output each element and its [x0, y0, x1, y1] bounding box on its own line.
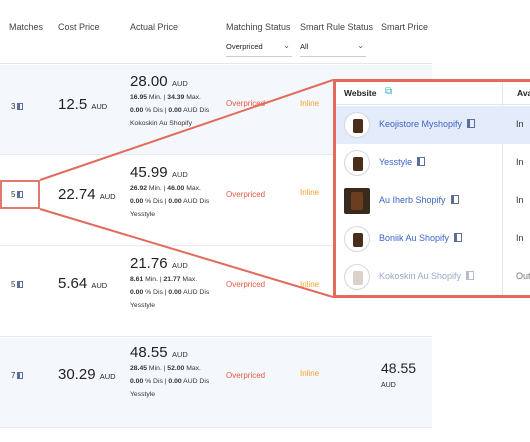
- callout-line-bottom: [39, 208, 334, 298]
- compare-icon[interactable]: [417, 157, 426, 166]
- matches-highlight: [0, 180, 40, 209]
- external-link-icon[interactable]: ⧉: [385, 86, 392, 97]
- list-item[interactable]: Boniik Au Shopify In: [336, 220, 530, 258]
- website-link[interactable]: Yesstyle: [379, 157, 426, 167]
- website-name: Yesstyle: [379, 157, 413, 167]
- callout-line-top: [39, 79, 334, 181]
- popup-header: Website ⧉ Ava: [336, 82, 530, 105]
- product-thumbnail: [344, 150, 370, 176]
- list-item[interactable]: Yesstyle In: [336, 144, 530, 182]
- website-name: Keojistore Myshopify: [379, 119, 463, 129]
- list-item[interactable]: Au Iherb Shopify In: [336, 182, 530, 220]
- website-link[interactable]: Keojistore Myshopify: [379, 119, 476, 129]
- availability-header: Ava: [517, 88, 530, 98]
- product-thumbnail: [344, 112, 370, 138]
- website-header: Website: [344, 88, 377, 98]
- website-link[interactable]: Kokoskin Au Shopify: [379, 271, 475, 281]
- availability: In: [516, 195, 524, 205]
- website-link[interactable]: Au Iherb Shopify: [379, 195, 459, 205]
- compare-icon[interactable]: [467, 119, 476, 128]
- product-thumbnail: [344, 226, 370, 252]
- availability: In: [516, 119, 524, 129]
- website-name: Au Iherb Shopify: [379, 195, 446, 205]
- availability: In: [516, 157, 524, 167]
- product-thumbnail: [344, 188, 370, 214]
- compare-icon[interactable]: [450, 195, 459, 204]
- compare-icon[interactable]: [466, 271, 475, 280]
- availability: In: [516, 233, 524, 243]
- website-name: Kokoskin Au Shopify: [379, 271, 462, 281]
- compare-icon[interactable]: [454, 233, 463, 242]
- product-thumbnail: [344, 264, 370, 290]
- website-name: Boniik Au Shopify: [379, 233, 450, 243]
- list-item[interactable]: Keojistore Myshopify In: [336, 106, 530, 144]
- website-link[interactable]: Boniik Au Shopify: [379, 233, 463, 243]
- list-item[interactable]: Kokoskin Au Shopify Out: [336, 258, 530, 295]
- matches-popup: Website ⧉ Ava Keojistore Myshopify In Ye…: [333, 79, 530, 298]
- availability: Out: [516, 271, 530, 281]
